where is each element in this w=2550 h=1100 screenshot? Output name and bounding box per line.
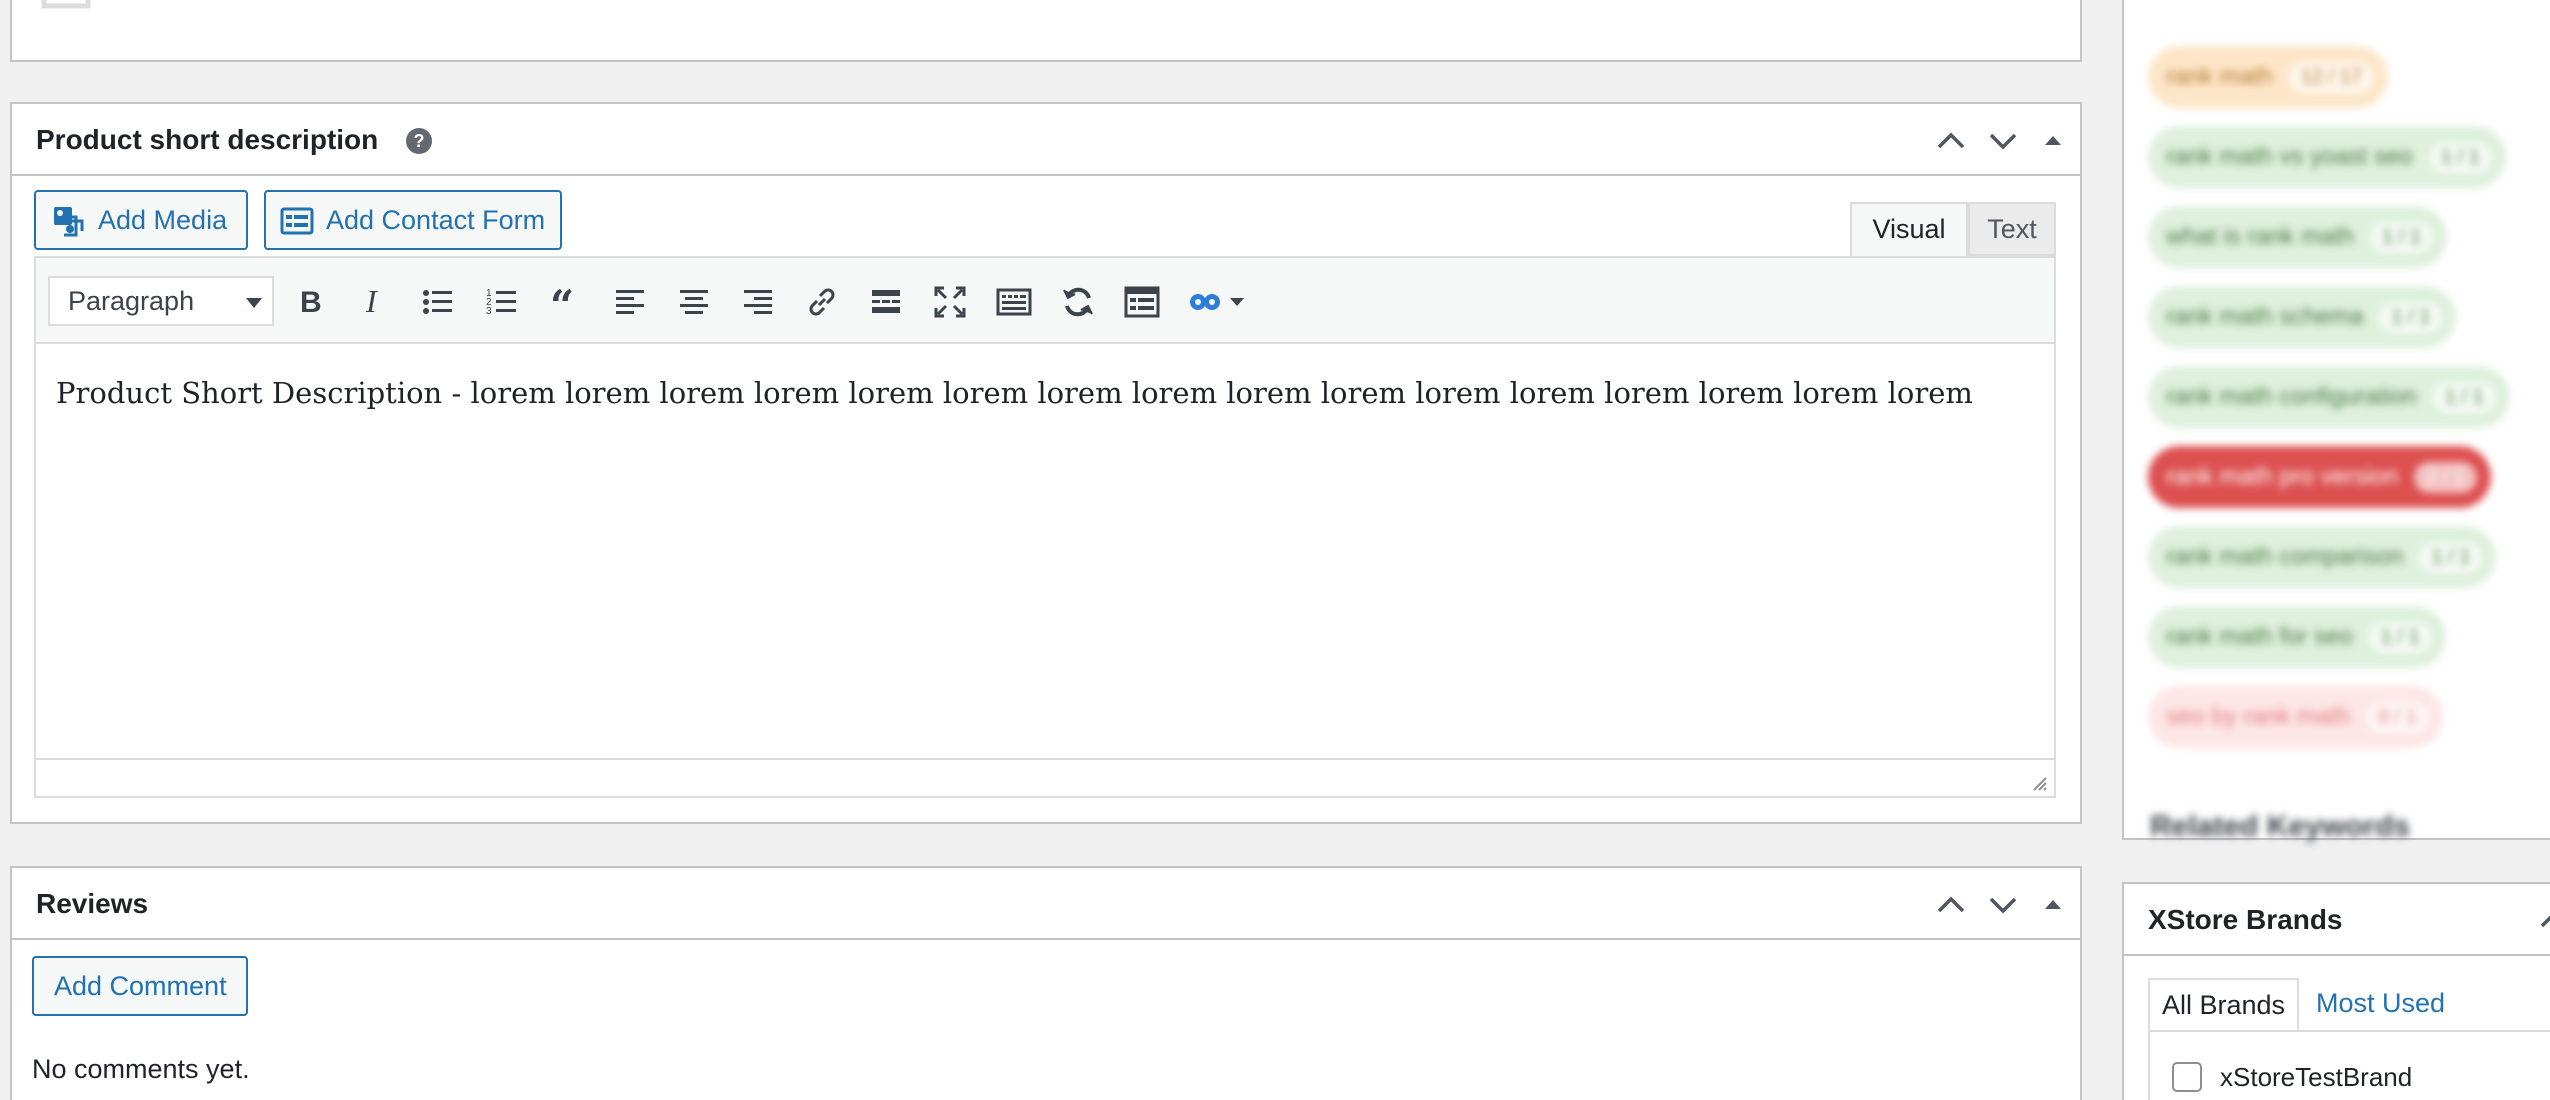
editor-status-bar (36, 758, 2054, 796)
tab-all-brands[interactable]: All Brands (2148, 978, 2300, 1030)
move-down-icon[interactable] (1986, 126, 2020, 156)
reviews-panel: Reviews (10, 866, 2082, 1100)
tab-visual-label: Visual (1872, 214, 1946, 244)
numbered-list-icon[interactable]: 123 (484, 284, 520, 320)
editor-content-text: Product Short Description - lorem lorem … (56, 376, 1973, 410)
tab-text[interactable]: Text (1968, 202, 2056, 256)
add-media-label: Add Media (98, 204, 228, 235)
move-down-icon[interactable] (1986, 890, 2020, 920)
keyword-pill-count: 1 / 1 (2428, 141, 2492, 173)
panel-header: Product short description ? (12, 104, 2080, 176)
keyword-pill-label: rank math comparison (2166, 543, 2404, 570)
format-select[interactable]: Paragraph (48, 276, 274, 326)
align-left-icon[interactable] (612, 284, 648, 320)
link-icon[interactable] (804, 284, 840, 320)
collapse-toggle-icon[interactable] (2036, 890, 2070, 920)
panel-header: Reviews (12, 868, 2080, 940)
add-comment-label: Add Comment (54, 970, 227, 1001)
keywords-panel: rank math 12 / 17 rank math vs yoast seo 1 … (2122, 0, 2550, 843)
brands-panel: XStore Brands All Brands Most Used xStor… (2122, 882, 2550, 1100)
editor-content[interactable]: Product Short Description - lorem lorem … (36, 346, 2054, 760)
related-keywords-heading: Related Keywords (2150, 810, 2411, 843)
form-icon[interactable] (1124, 284, 1160, 320)
brand-checkbox[interactable] (2172, 1062, 2202, 1092)
keyword-pill-count: 1 / 1 (2379, 301, 2443, 333)
italic-icon[interactable]: I (356, 284, 392, 320)
collapse-toggle-icon[interactable] (2036, 126, 2070, 156)
editor-toolbar: Paragraph B I 123 “ (36, 258, 2054, 344)
keyword-pill-count: 1 / 1 (2368, 621, 2432, 653)
keyword-pill-label: rank math vs yoast seo (2166, 143, 2413, 170)
brand-item-label: xStoreTestBrand (2220, 1062, 2413, 1092)
infinity-icon[interactable] (1188, 284, 1258, 320)
keyword-pill-label: rank math for seo (2166, 623, 2353, 650)
collapse-arrow-icon[interactable] (2538, 904, 2550, 934)
previous-panel-remnant (10, 0, 2082, 62)
tab-visual[interactable]: Visual (1850, 202, 1968, 258)
keyword-pill-count: 1 / 1 (2432, 381, 2496, 413)
brands-header: XStore Brands (2124, 884, 2550, 956)
chevron-down-icon (246, 298, 262, 308)
align-center-icon[interactable] (676, 284, 712, 320)
panel-title: Product short description (36, 124, 379, 155)
svg-text:3: 3 (486, 306, 492, 317)
keyword-pill[interactable]: rank math schema 1 / 1 (2148, 286, 2457, 348)
fullscreen-icon[interactable] (932, 284, 968, 320)
panel-title: Reviews (36, 888, 149, 919)
move-up-icon[interactable] (1934, 126, 1968, 156)
resize-handle-icon[interactable] (2030, 774, 2048, 792)
help-icon[interactable]: ? (406, 128, 432, 154)
add-media-button[interactable]: Add Media (34, 190, 248, 250)
read-more-icon[interactable] (868, 284, 904, 320)
add-contact-form-label: Add Contact Form (326, 204, 546, 235)
tab-most-used-label: Most Used (2316, 988, 2446, 1018)
move-up-icon[interactable] (1934, 890, 1968, 920)
bullet-list-icon[interactable] (420, 284, 456, 320)
media-icon (54, 207, 84, 237)
keyword-pill[interactable]: rank math pro version 2 / 1 (2148, 446, 2492, 508)
form-icon (280, 207, 314, 235)
add-contact-form-button[interactable]: Add Contact Form (264, 190, 562, 250)
no-comments-text: No comments yet. (32, 1054, 250, 1084)
keyword-pill[interactable]: rank math for seo 1 / 1 (2148, 606, 2446, 668)
placeholder-icon (41, 0, 91, 9)
bold-icon[interactable]: B (292, 284, 328, 320)
svg-text:B: B (300, 286, 322, 319)
keyword-pill-label: rank math pro version (2166, 463, 2399, 490)
keyword-pill[interactable]: rank math vs yoast seo 1 / 1 (2148, 126, 2506, 188)
format-select-value: Paragraph (68, 286, 195, 316)
svg-text:“: “ (550, 284, 574, 320)
keyword-pill-count: 12 / 17 (2288, 61, 2374, 93)
keyword-pill-label: what is rank math (2166, 223, 2355, 250)
keyword-pill[interactable]: rank math configuration 1 / 1 (2148, 366, 2510, 428)
tab-most-used[interactable]: Most Used (2304, 978, 2457, 1030)
keyword-pill-count: 1 / 1 (2370, 221, 2433, 253)
keyword-pill[interactable]: rank math 12 / 17 (2148, 46, 2388, 108)
toolbar-toggle-icon[interactable] (996, 284, 1032, 320)
svg-text:I: I (365, 284, 378, 319)
keyword-pill-count: 2 / 1 (2414, 461, 2478, 493)
editor: Paragraph B I 123 “ Product Short Descri… (34, 256, 2056, 798)
brands-title: XStore Brands (2148, 904, 2343, 935)
keyword-pill[interactable]: seo by rank math 0 / 1 (2148, 686, 2444, 748)
tab-text-label: Text (1987, 214, 2037, 244)
blockquote-icon[interactable]: “ (548, 284, 584, 320)
keyword-pill-label: seo by rank math (2166, 703, 2351, 730)
add-comment-button[interactable]: Add Comment (32, 956, 248, 1016)
brands-list: xStoreTestBrand (2148, 1030, 2550, 1100)
keyword-pill-label: rank math (2166, 63, 2273, 90)
align-right-icon[interactable] (740, 284, 776, 320)
keyword-pill[interactable]: rank math comparison 1 / 1 (2148, 526, 2497, 588)
keyword-pill-label: rank math schema (2166, 303, 2364, 330)
keyword-pill[interactable]: what is rank math 1 / 1 (2148, 206, 2447, 268)
refresh-icon[interactable] (1060, 284, 1096, 320)
keyword-pill-count: 0 / 1 (2366, 701, 2430, 733)
keyword-pill-count: 1 / 1 (2419, 541, 2483, 573)
keyword-pill-label: rank math configuration (2166, 383, 2417, 410)
tab-all-brands-label: All Brands (2162, 990, 2286, 1020)
